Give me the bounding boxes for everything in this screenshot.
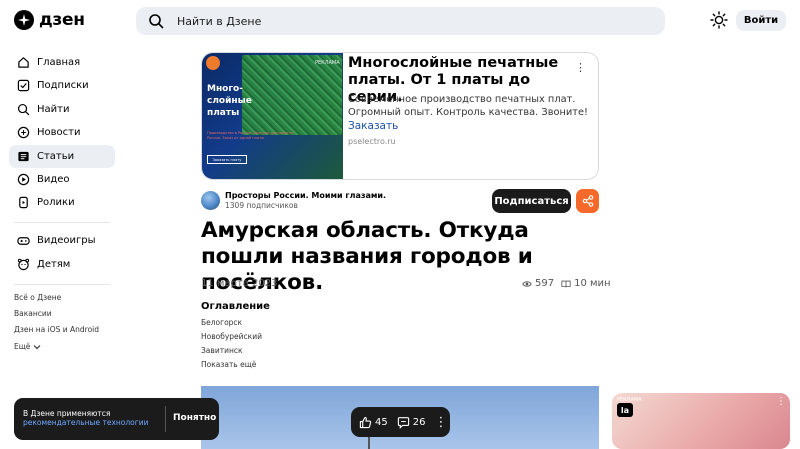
toc-show-more[interactable]: Показать ещё bbox=[201, 360, 256, 369]
search-icon bbox=[149, 14, 164, 29]
book-icon bbox=[561, 280, 571, 287]
advertiser-logo: la bbox=[617, 403, 633, 417]
sidebar-item-label: Видеоигры bbox=[37, 235, 96, 246]
ad-image-heading: Много- слойные платы bbox=[207, 84, 252, 118]
subscriptions-icon bbox=[17, 79, 30, 92]
channel-subscribers: 1309 подписчиков bbox=[225, 201, 298, 210]
sidebar-item-label: Новости bbox=[37, 127, 81, 138]
channel-avatar[interactable] bbox=[201, 191, 220, 210]
shorts-icon bbox=[19, 196, 28, 209]
sidebar-item-articles[interactable]: Статьи bbox=[9, 145, 115, 168]
ad-description: Современное производство печатных плат. … bbox=[348, 94, 588, 118]
like-icon[interactable] bbox=[359, 416, 372, 429]
sidebar-divider bbox=[14, 284, 110, 285]
sidebar-link-about[interactable]: Всё о Дзене bbox=[14, 293, 61, 302]
more-vertical-icon[interactable]: ⋮ bbox=[776, 397, 786, 407]
pcb-image bbox=[242, 55, 342, 135]
cookie-accept-button[interactable]: Понятно bbox=[173, 413, 216, 423]
cookie-divider bbox=[165, 406, 166, 432]
comment-icon[interactable] bbox=[397, 416, 410, 429]
articles-icon bbox=[18, 151, 29, 162]
chevron-down-icon bbox=[33, 344, 41, 349]
sun-icon[interactable] bbox=[710, 11, 728, 29]
ad-image-button: Заказать плату bbox=[207, 155, 247, 164]
article-stats: 597 10 мин bbox=[522, 278, 611, 289]
sidebar-item-label: Видео bbox=[37, 174, 70, 185]
search-input[interactable]: Найти в Дзене bbox=[136, 7, 665, 35]
more-vertical-icon[interactable]: ⋮ bbox=[434, 416, 447, 429]
advertiser-logo bbox=[206, 56, 220, 70]
sidebar-divider bbox=[14, 222, 110, 223]
sidebar-item-videogames[interactable]: Видеоигры bbox=[9, 229, 115, 252]
kids-icon bbox=[17, 258, 30, 271]
more-vertical-icon[interactable]: ⋮ bbox=[575, 62, 586, 73]
sidebar-item-home[interactable]: Главная bbox=[9, 51, 115, 74]
gamepad-icon bbox=[17, 237, 30, 245]
cookie-banner: В Дзене применяются рекомендательные тех… bbox=[14, 398, 219, 440]
cookie-link[interactable]: рекомендательные технологии bbox=[23, 418, 148, 427]
sidebar-item-label: Ролики bbox=[37, 197, 75, 208]
sidebar-item-kids[interactable]: Детям bbox=[9, 253, 115, 276]
read-time: 10 мин bbox=[574, 278, 611, 289]
logo-text: дзен bbox=[39, 10, 85, 30]
sidebar-item-subscriptions[interactable]: Подписки bbox=[9, 74, 115, 97]
comments-count: 26 bbox=[412, 416, 426, 428]
sidebar-link-vacancies[interactable]: Вакансии bbox=[14, 309, 52, 318]
sidebar-item-news[interactable]: Новости bbox=[9, 121, 115, 144]
views-count: 597 bbox=[535, 278, 555, 289]
likes-count: 45 bbox=[375, 416, 388, 428]
toc-title: Оглавление bbox=[201, 301, 270, 312]
ad-badge: РЕКЛАМА bbox=[315, 60, 340, 66]
ad-domain: pselectro.ru bbox=[348, 137, 396, 146]
sidebar-item-label: Найти bbox=[37, 104, 70, 115]
article-date: 11 марта 2023 bbox=[201, 278, 278, 289]
toc-item[interactable]: Завитинск bbox=[201, 346, 243, 355]
sidebar-item-label: Главная bbox=[37, 57, 81, 68]
share-icon bbox=[582, 195, 593, 207]
ad-image: РЕКЛАМА Много- слойные платы Производств… bbox=[202, 53, 343, 179]
ad-card[interactable]: РЕКЛАМА Много- слойные платы Производств… bbox=[201, 52, 599, 180]
sidebar-item-search[interactable]: Найти bbox=[9, 98, 115, 121]
channel-name[interactable]: Просторы России. Моими глазами. bbox=[225, 191, 386, 200]
cookie-text: В Дзене применяются bbox=[23, 409, 111, 418]
share-button[interactable] bbox=[576, 189, 599, 213]
dzen-logo-icon bbox=[14, 10, 34, 30]
toc-item[interactable]: Новобурейский bbox=[201, 332, 262, 341]
subscribe-button[interactable]: Подписаться bbox=[492, 189, 571, 213]
eye-icon bbox=[522, 280, 532, 287]
sidebar-item-label: Подписки bbox=[37, 80, 89, 91]
sidebar-item-label: Статьи bbox=[37, 151, 75, 162]
sidebar-more[interactable]: Ещё bbox=[14, 342, 41, 351]
dzen-logo[interactable]: дзен bbox=[14, 10, 85, 30]
news-icon bbox=[17, 126, 30, 139]
search-placeholder: Найти в Дзене bbox=[177, 14, 262, 28]
image-object bbox=[368, 436, 370, 449]
toc-item[interactable]: Белогорск bbox=[201, 318, 242, 327]
sidebar-item-video[interactable]: Видео bbox=[9, 168, 115, 191]
ad-image-subtext: Производство в России. Быстрая доставка … bbox=[207, 131, 294, 140]
sidebar-link-apps[interactable]: Дзен на iOS и Android bbox=[14, 325, 99, 334]
search-icon bbox=[17, 103, 30, 116]
right-ad-card[interactable]: РЕКЛАМА la ⋮ bbox=[612, 393, 790, 449]
sidebar-item-label: Детям bbox=[37, 259, 71, 270]
home-icon bbox=[18, 57, 29, 68]
sidebar-item-shorts[interactable]: Ролики bbox=[9, 191, 115, 214]
login-button[interactable]: Войти bbox=[736, 10, 786, 31]
sidebar-more-label: Ещё bbox=[14, 342, 31, 351]
ad-cta-link[interactable]: Заказать bbox=[348, 120, 398, 132]
article-action-bar: 45 26 ⋮ bbox=[351, 407, 450, 437]
video-icon bbox=[17, 173, 30, 186]
